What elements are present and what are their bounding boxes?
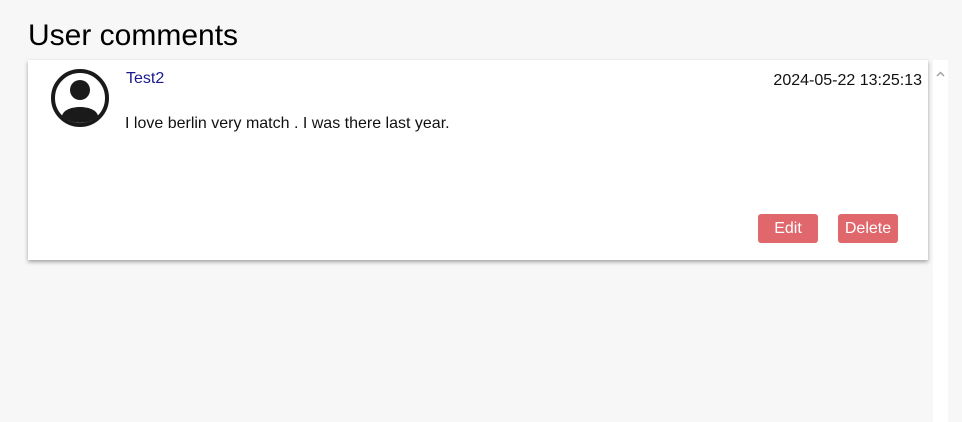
edit-button[interactable]: Edit <box>758 214 818 243</box>
comments-list: Test2 2024-05-22 13:25:13 I love berlin … <box>28 60 933 422</box>
comment-author-link[interactable]: Test2 <box>126 70 164 88</box>
user-avatar-icon <box>50 68 110 128</box>
vertical-scrollbar[interactable] <box>933 60 948 422</box>
delete-button[interactable]: Delete <box>838 214 898 243</box>
comment-timestamp: 2024-05-22 13:25:13 <box>773 72 922 89</box>
page-title: User comments <box>28 19 239 52</box>
chevron-up-icon[interactable] <box>936 64 945 77</box>
comment-card: Test2 2024-05-22 13:25:13 I love berlin … <box>28 60 928 260</box>
comment-text: I love berlin very match . I was there l… <box>125 115 450 132</box>
